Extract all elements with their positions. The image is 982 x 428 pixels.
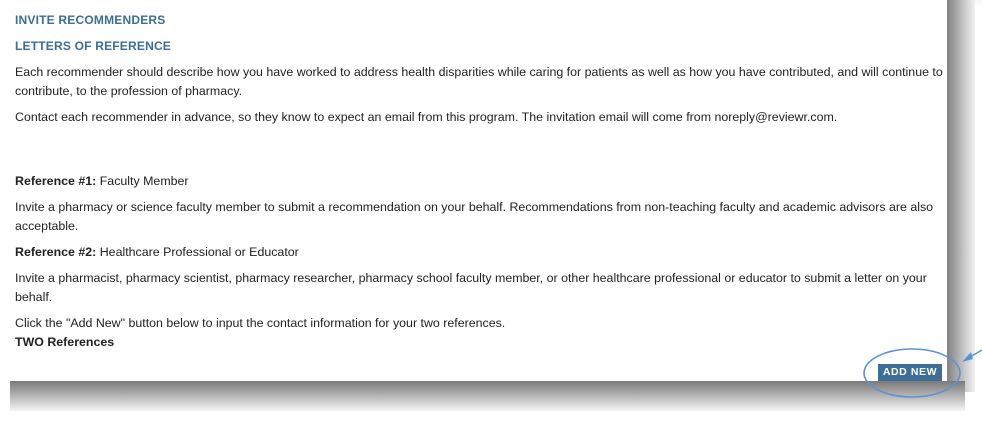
reference-2-label: Reference #2: xyxy=(15,245,97,259)
reference-2-heading: Reference #2: Healthcare Professional or… xyxy=(15,243,947,262)
shadow-bottom xyxy=(10,381,965,411)
reference-1-type: Faculty Member xyxy=(99,174,189,188)
shadow-right xyxy=(945,0,975,392)
instruction-text: Click the "Add New" button below to inpu… xyxy=(15,316,506,330)
section-title: INVITE RECOMMENDERS xyxy=(15,13,166,27)
reference-2-type: Healthcare Professional or Educator xyxy=(99,245,299,259)
reference-1-heading: Reference #1: Faculty Member xyxy=(15,172,947,191)
intro-paragraph-1: Each recommender should describe how you… xyxy=(15,65,943,98)
add-new-button[interactable]: ADD NEW xyxy=(878,364,942,381)
intro-paragraph-2: Contact each recommender in advance, so … xyxy=(15,110,838,124)
references-list-title: TWO References xyxy=(15,335,115,349)
section-subtitle: LETTERS OF REFERENCE xyxy=(15,39,172,53)
reference-1-description: Invite a pharmacy or science faculty mem… xyxy=(15,200,934,233)
reference-2-description: Invite a pharmacist, pharmacy scientist,… xyxy=(15,271,927,304)
reference-1-label: Reference #1: xyxy=(15,174,97,188)
recommenders-panel: INVITE RECOMMENDERS LETTERS OF REFERENCE… xyxy=(0,0,947,381)
